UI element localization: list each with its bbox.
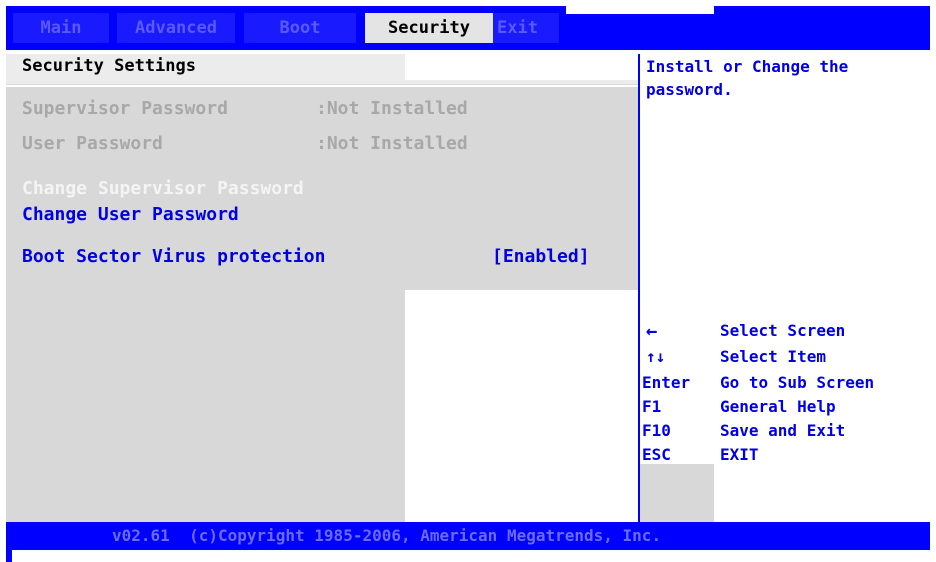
- supervisor-password-label: Supervisor Password: [22, 98, 228, 119]
- change-supervisor-password-item[interactable]: Change Supervisor Password: [22, 178, 304, 199]
- tab-boot[interactable]: Boot: [244, 13, 356, 43]
- panel-blank-area: [405, 290, 638, 522]
- key-help-key: F1: [642, 397, 662, 416]
- help-text-line2: password.: [646, 80, 733, 99]
- key-help-action: Save and Exit: [720, 421, 846, 440]
- header-patch: [405, 54, 638, 80]
- menu-bar-gap: [566, 6, 714, 14]
- tab-advanced[interactable]: Advanced: [117, 13, 235, 43]
- key-help-action: Select Item: [720, 347, 826, 366]
- key-help-action: EXIT: [720, 445, 759, 464]
- user-password-label: User Password: [22, 133, 163, 154]
- key-help-key: ESC: [642, 445, 671, 464]
- key-help-action: Go to Sub Screen: [720, 373, 875, 392]
- boot-sector-virus-protection-item[interactable]: Boot Sector Virus protection: [22, 246, 325, 267]
- tab-exit[interactable]: Exit: [493, 13, 559, 43]
- status-bar-edge: [6, 522, 12, 562]
- page-title: Security Settings: [22, 56, 196, 76]
- help-panel-gray-area: [640, 464, 714, 522]
- key-help-key: F10: [642, 421, 671, 440]
- panel-divider: [638, 54, 640, 522]
- key-help-action: Select Screen: [720, 321, 846, 340]
- tab-main[interactable]: Main: [13, 13, 109, 43]
- user-password-status: :Not Installed: [316, 133, 468, 154]
- supervisor-password-status: :Not Installed: [316, 98, 468, 119]
- help-text-line1: Install or Change the: [646, 57, 849, 76]
- tab-security[interactable]: Security: [365, 13, 493, 43]
- copyright-text: v02.61 (c)Copyright 1985-2006, American …: [112, 526, 662, 545]
- boot-sector-virus-protection-value[interactable]: [Enabled]: [492, 246, 590, 267]
- divider: [6, 85, 638, 87]
- status-bar-gap: [714, 550, 930, 554]
- left-arrow-icon: ←: [646, 320, 658, 342]
- change-user-password-item[interactable]: Change User Password: [22, 204, 239, 225]
- key-help-action: General Help: [720, 397, 836, 416]
- up-down-arrow-icon: ↑↓: [646, 347, 666, 366]
- key-help-key: Enter: [642, 373, 691, 392]
